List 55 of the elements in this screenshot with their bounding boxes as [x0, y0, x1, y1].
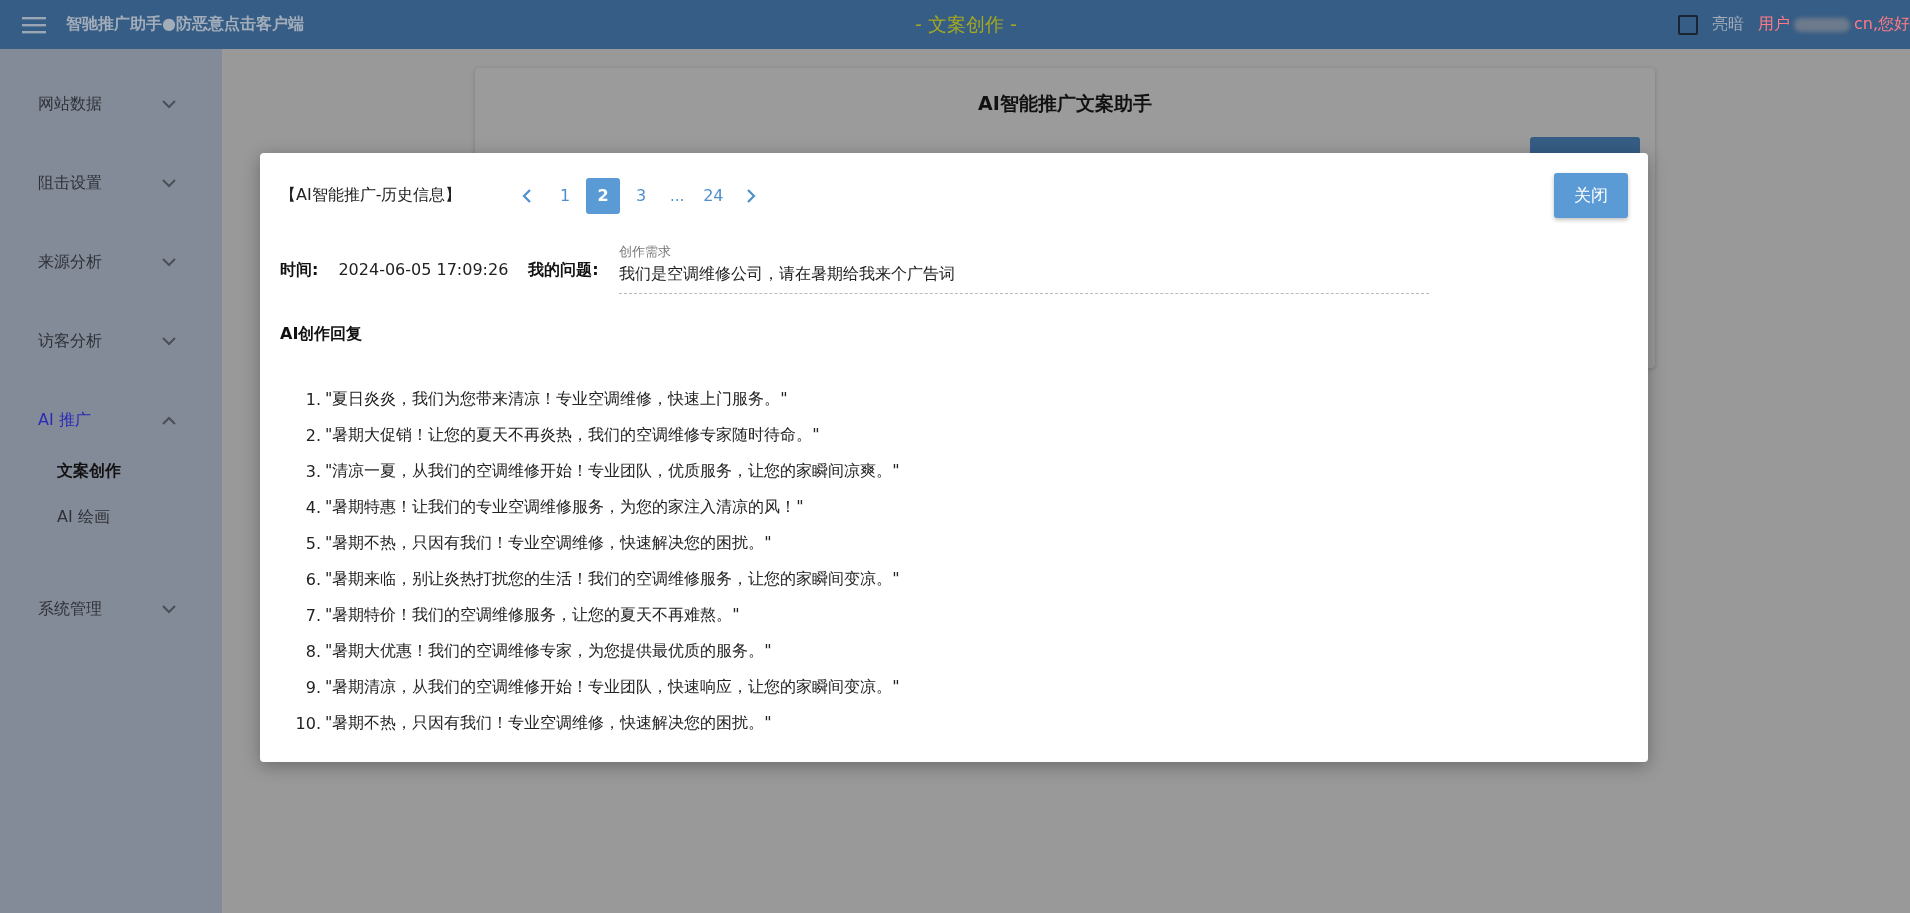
list-number: 2. — [304, 425, 322, 445]
list-number: 4. — [304, 497, 322, 517]
sidebar-item[interactable]: 系统管理 — [0, 570, 222, 649]
reply-text: "暑期清凉，从我们的空调维修开始！专业团队，快速响应，让您的家瞬间变凉。" — [325, 676, 900, 698]
sidebar-item[interactable]: 来源分析 — [0, 223, 222, 302]
page-button[interactable]: 2 — [586, 177, 620, 214]
question-label: 我的问题: — [528, 260, 599, 281]
chevron-up-icon — [162, 416, 176, 425]
reply-text: "暑期来临，别让炎热打扰您的生活！我们的空调维修服务，让您的家瞬间变凉。" — [325, 568, 900, 590]
page-ellipsis: ... — [669, 186, 686, 205]
next-page-icon[interactable] — [746, 188, 757, 203]
sidebar-item[interactable]: 网站数据 — [0, 65, 222, 144]
page-button[interactable]: 3 — [624, 177, 658, 214]
page-title: - 文案创作 - — [915, 11, 1017, 37]
chevron-down-icon — [162, 100, 176, 109]
chevron-down-icon — [162, 605, 176, 614]
question-field[interactable]: 创作需求 我们是空调维修公司，请在暑期给我来个广告词 — [618, 243, 1429, 294]
theme-label: 亮暗 — [1711, 14, 1744, 35]
previous-page-icon[interactable] — [522, 188, 532, 203]
list-number: 10. — [294, 713, 322, 733]
reply-text: "暑期大促销！让您的夏天不再炎热，我们的空调维修专家随时待命。" — [325, 424, 820, 446]
list-number: 7. — [304, 605, 322, 625]
time-label: 时间: — [280, 260, 319, 281]
user-greeting: cn,您好 — [1853, 14, 1910, 35]
chevron-down-icon — [162, 179, 176, 188]
reply-text: "暑期大优惠！我们的空调维修专家，为您提供最优质的服务。" — [325, 640, 772, 662]
page-button[interactable]: 1 — [548, 177, 582, 214]
list-number: 1. — [304, 389, 322, 409]
close-button[interactable]: 关闭 — [1554, 173, 1628, 218]
blurred-text-drawing — [1793, 17, 1850, 32]
sidebar-item[interactable]: 访客分析 — [0, 302, 222, 381]
list-number: 6. — [304, 569, 322, 589]
dialog-title: 【AI智能推广-历史信息】 — [280, 185, 463, 206]
sidebar-item[interactable]: 阻击设置 — [0, 144, 222, 223]
reply-text: "清凉一夏，从我们的空调维修开始！专业团队，优质服务，让您的家瞬间凉爽。" — [325, 460, 900, 482]
list-number: 8. — [304, 641, 322, 661]
page-button[interactable]: 24 — [696, 177, 731, 214]
sidebar-subitem[interactable]: AI 绘画 — [57, 494, 222, 540]
user-greeting: 用户 — [1757, 14, 1790, 35]
theme-checkbox[interactable] — [1677, 14, 1698, 35]
chevron-down-icon — [162, 258, 176, 267]
reply-text: "夏日炎炎，我们为您带来清凉！专业空调维修，快速上门服务。" — [325, 388, 788, 410]
reply-title: AI创作回复 — [280, 324, 364, 345]
reply-text: "暑期特惠！让我们的专业空调维修服务，为您的家注入清凉的风！" — [325, 496, 804, 518]
card-title: AI智能推广文案助手 — [977, 91, 1153, 116]
chevron-down-icon — [162, 337, 176, 346]
app-title: 智驰推广助手●防恶意点击客户端 — [66, 14, 304, 35]
list-number: 3. — [304, 461, 322, 481]
reply-text: "暑期特价！我们的空调维修服务，让您的夏天不再难熬。" — [325, 604, 740, 626]
list-number: 9. — [304, 677, 322, 697]
menu-icon[interactable] — [22, 15, 46, 34]
reply-text: "暑期不热，只因有我们！专业空调维修，快速解决您的困扰。" — [325, 532, 772, 554]
list-number: 5. — [304, 533, 322, 553]
time-value: 2024-06-05 17:09:26 — [338, 260, 509, 279]
reply-text: "暑期不热，只因有我们！专业空调维修，快速解决您的困扰。" — [325, 712, 772, 734]
